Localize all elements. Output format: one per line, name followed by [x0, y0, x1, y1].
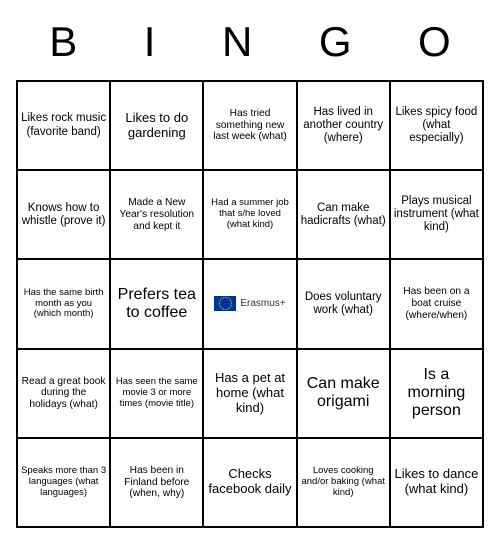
bingo-cell[interactable]: Does voluntary work (what) [297, 259, 390, 348]
bingo-cell[interactable]: Likes rock music (favorite band) [17, 81, 110, 170]
cell-text: Has a pet at home (what kind) [207, 371, 292, 416]
cell-text: Has tried something new last week (what) [207, 108, 292, 143]
header-letter-o: O [418, 18, 451, 66]
bingo-cell[interactable]: Has seen the same movie 3 or more times … [110, 349, 203, 438]
erasmus-logo: Erasmus+ [214, 296, 285, 311]
bingo-cell[interactable]: Prefers tea to coffee [110, 259, 203, 348]
bingo-cell[interactable]: Likes spicy food (what especially) [390, 81, 483, 170]
bingo-cell[interactable]: Had a summer job that s/he loved (what k… [203, 170, 296, 259]
bingo-cell[interactable]: Has lived in another country (where) [297, 81, 390, 170]
eu-flag-icon [214, 296, 236, 311]
cell-text: Read a great book during the holidays (w… [21, 376, 106, 411]
cell-text: Likes rock music (favorite band) [21, 112, 106, 138]
bingo-cell[interactable]: Checks facebook daily [203, 438, 296, 527]
cell-text: Has been in Finland before (when, why) [114, 465, 199, 500]
cell-text: Checks facebook daily [207, 467, 292, 497]
bingo-cell[interactable]: Can make origami [297, 349, 390, 438]
bingo-card: B I N G O Likes rock music (favorite ban… [0, 0, 500, 544]
cell-text: Can make hadicrafts (what) [301, 202, 386, 228]
bingo-cell[interactable]: Has a pet at home (what kind) [203, 349, 296, 438]
cell-text: Had a summer job that s/he loved (what k… [207, 198, 292, 231]
header-letter-n: N [222, 18, 252, 66]
bingo-cell[interactable]: Likes to do gardening [110, 81, 203, 170]
bingo-cell[interactable]: Plays musical instrument (what kind) [390, 170, 483, 259]
cell-text: Is a morning person [394, 366, 479, 421]
bingo-cell[interactable]: Has been in Finland before (when, why) [110, 438, 203, 527]
bingo-cell[interactable]: Speaks more than 3 languages (what langu… [17, 438, 110, 527]
cell-text: Plays musical instrument (what kind) [394, 195, 479, 235]
bingo-cell[interactable]: Has been on a boat cruise (where/when) [390, 259, 483, 348]
bingo-cell[interactable]: Read a great book during the holidays (w… [17, 349, 110, 438]
bingo-cell[interactable]: Has the same birth month as you (which m… [17, 259, 110, 348]
bingo-cell[interactable]: Knows how to whistle (prove it) [17, 170, 110, 259]
cell-text: Speaks more than 3 languages (what langu… [21, 466, 106, 499]
cell-text: Knows how to whistle (prove it) [21, 202, 106, 228]
header-letter-i: I [144, 18, 156, 66]
bingo-grid: Likes rock music (favorite band) Likes t… [16, 80, 484, 528]
bingo-cell[interactable]: Can make hadicrafts (what) [297, 170, 390, 259]
cell-text: Likes spicy food (what especially) [394, 106, 479, 146]
header-letter-b: B [49, 18, 77, 66]
cell-text: Prefers tea to coffee [114, 286, 199, 323]
cell-text: Has seen the same movie 3 or more times … [114, 377, 199, 410]
cell-text: Has the same birth month as you (which m… [21, 288, 106, 321]
bingo-header: B I N G O [16, 12, 484, 80]
cell-text: Has lived in another country (where) [301, 106, 386, 146]
bingo-center-cell[interactable]: Erasmus+ [203, 259, 296, 348]
cell-text: Likes to dance (what kind) [394, 467, 479, 497]
cell-text: Loves cooking and/or baking (what kind) [301, 466, 386, 499]
bingo-cell[interactable]: Loves cooking and/or baking (what kind) [297, 438, 390, 527]
bingo-cell[interactable]: Has tried something new last week (what) [203, 81, 296, 170]
header-letter-g: G [319, 18, 352, 66]
bingo-cell[interactable]: Is a morning person [390, 349, 483, 438]
cell-text: Made a New Year's resolution and kept it [114, 197, 199, 232]
bingo-cell[interactable]: Likes to dance (what kind) [390, 438, 483, 527]
cell-text: Has been on a boat cruise (where/when) [394, 286, 479, 321]
cell-text: Likes to do gardening [114, 111, 199, 141]
cell-text: Can make origami [301, 375, 386, 412]
cell-text: Does voluntary work (what) [301, 291, 386, 317]
erasmus-text: Erasmus+ [240, 298, 285, 310]
bingo-cell[interactable]: Made a New Year's resolution and kept it [110, 170, 203, 259]
